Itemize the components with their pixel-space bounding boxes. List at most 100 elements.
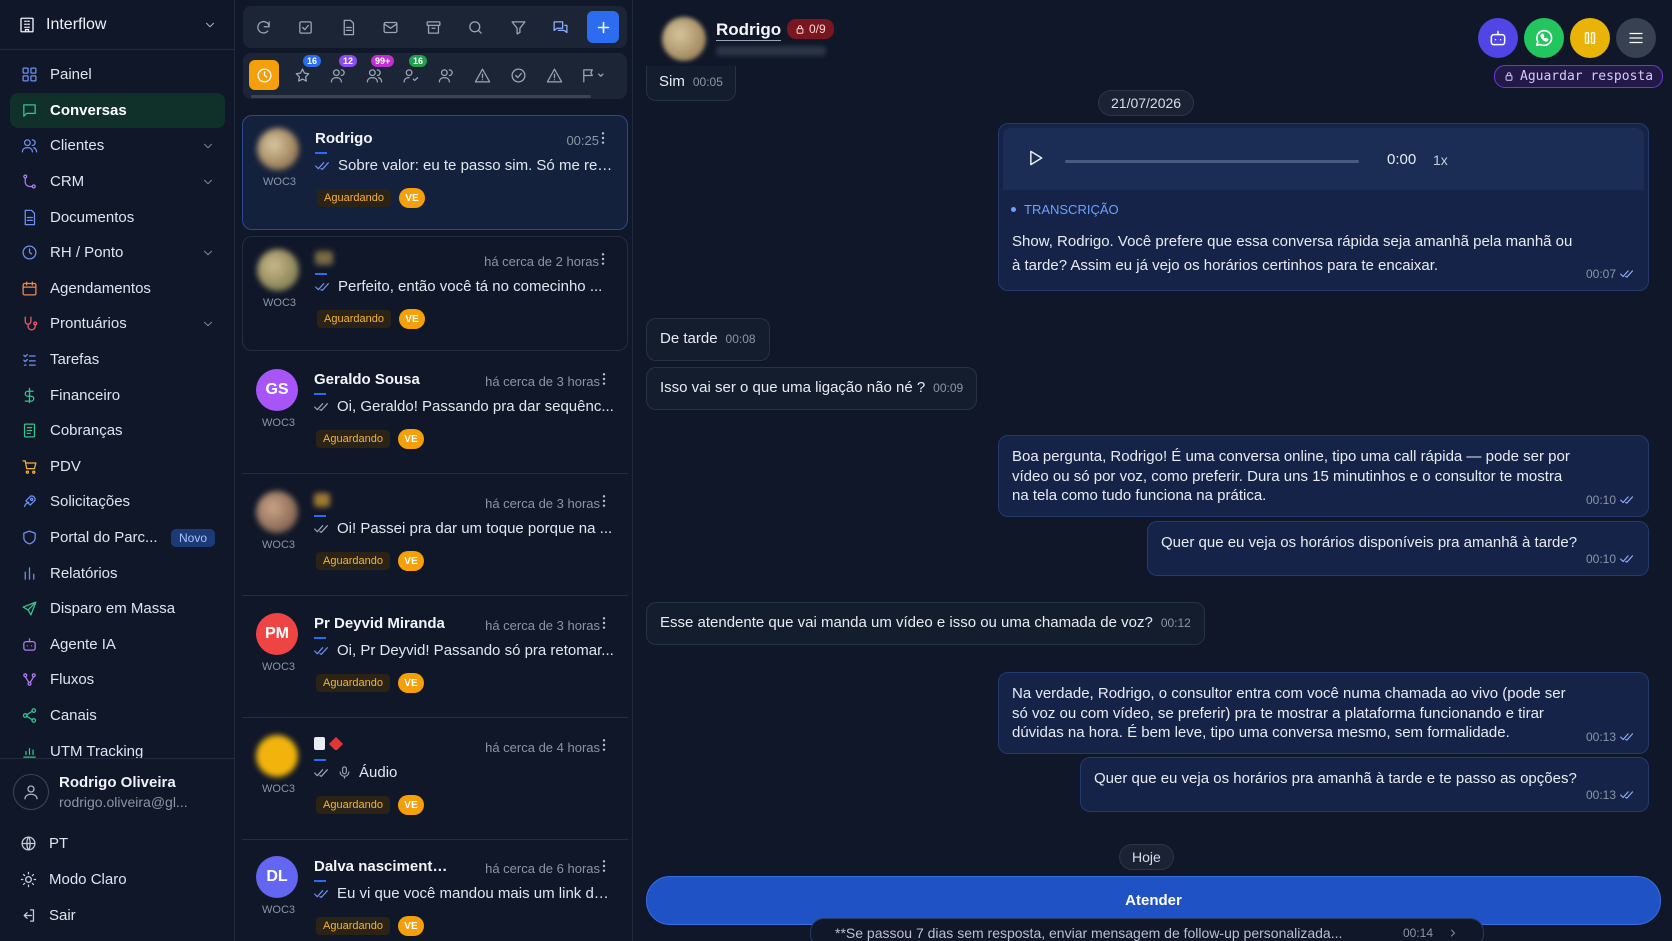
dot-icon	[1011, 207, 1016, 213]
tag-badge: VE	[398, 309, 425, 329]
nav-disparo-massa[interactable]: Disparo em Massa	[10, 591, 225, 627]
play-icon[interactable]	[1025, 148, 1045, 168]
filter-warning-icon[interactable]	[539, 60, 569, 90]
status-row: Aguardando VE	[316, 551, 424, 571]
nav-prontuarios[interactable]: Prontuários	[10, 306, 225, 342]
nav-agendamentos[interactable]: Agendamentos	[10, 271, 225, 307]
more-vertical-icon[interactable]	[595, 130, 611, 146]
filter-alert-icon[interactable]	[467, 60, 497, 90]
more-vertical-icon[interactable]	[596, 615, 612, 631]
document-icon[interactable]	[332, 11, 364, 43]
conversation-item[interactable]: WOC3 há cerca de 2 horas Perfeito, então…	[242, 236, 628, 351]
menu-button[interactable]	[1616, 18, 1656, 58]
nav-label: Documentos	[50, 208, 135, 226]
nav-pdv[interactable]: PDV	[10, 449, 225, 485]
nav-relatorios[interactable]: Relatórios	[10, 555, 225, 591]
tag-badge: VE	[397, 916, 424, 936]
messages-icon[interactable]	[545, 11, 577, 43]
new-conversation-button[interactable]	[587, 11, 619, 43]
nav-cobrancas[interactable]: Cobranças	[10, 413, 225, 449]
nav-conversas[interactable]: Conversas	[10, 92, 225, 129]
conversation-item[interactable]: PM WOC3 Pr Deyvid Miranda há cerca de 3 …	[242, 601, 628, 718]
calendar-icon	[20, 279, 38, 297]
nav-portal-parceiro[interactable]: Portal do Parc... Novo	[10, 520, 225, 556]
status-badge: Aguardando	[316, 917, 390, 935]
contact-avatar[interactable]	[662, 17, 706, 61]
user-menu[interactable]: Rodrigo Oliveira rodrigo.oliveira@gl...	[0, 758, 235, 824]
pause-icon	[1581, 29, 1599, 47]
nav-canais[interactable]: Canais	[10, 698, 225, 734]
status-badge: Aguardando	[316, 674, 390, 692]
nav-label: Canais	[50, 706, 97, 724]
suggestion-text: **Se passou 7 dias sem resposta, enviar …	[835, 925, 1343, 941]
filter-group-icon[interactable]	[431, 60, 461, 90]
playback-speed[interactable]: 1x	[1433, 151, 1448, 171]
cart-icon	[20, 457, 38, 475]
nav-crm[interactable]: CRM	[10, 164, 225, 200]
pause-button[interactable]	[1570, 18, 1610, 58]
whatsapp-button[interactable]	[1524, 18, 1564, 58]
nav-tarefas[interactable]: Tarefas	[10, 342, 225, 378]
language-switcher[interactable]: PT	[20, 835, 68, 852]
message-bubble-in: Esse atendente que vai manda um vídeo e …	[646, 602, 1205, 645]
message-text: Sim	[659, 73, 685, 90]
nav-painel[interactable]: Painel	[10, 57, 225, 93]
ai-agent-button[interactable]	[1478, 18, 1518, 58]
conversation-item[interactable]: GS WOC3 Geraldo Sousa há cerca de 3 hora…	[242, 357, 628, 474]
nav-fluxos[interactable]: Fluxos	[10, 662, 225, 698]
nav-agente-ia[interactable]: Agente IA	[10, 627, 225, 663]
filter-icon[interactable]	[502, 11, 534, 43]
refresh-icon[interactable]	[247, 11, 279, 43]
conversation-item[interactable]: WOC3 há cerca de 3 horas Oi! Passei pra …	[242, 479, 628, 596]
nav-documentos[interactable]: Documentos	[10, 199, 225, 235]
message-text: Boa pergunta, Rodrigo! É uma conversa on…	[1012, 448, 1570, 504]
logout-button[interactable]: Sair	[20, 907, 76, 924]
list-check-icon	[20, 351, 38, 369]
double-check-icon	[314, 401, 330, 413]
await-response-badge[interactable]: Aguardar resposta	[1494, 65, 1664, 88]
stethoscope-icon	[20, 315, 38, 333]
filter-scrollbar[interactable]	[251, 95, 591, 98]
status-row: Aguardando VE	[316, 795, 424, 815]
more-vertical-icon[interactable]	[595, 251, 611, 267]
double-check-icon	[314, 645, 330, 657]
whatsapp-icon	[1533, 27, 1555, 49]
nav-rh-ponto[interactable]: RH / Ponto	[10, 235, 225, 271]
mail-icon[interactable]	[375, 11, 407, 43]
more-vertical-icon[interactable]	[596, 371, 612, 387]
filter-flag-dropdown[interactable]	[573, 60, 613, 90]
status-badge: Aguardando	[316, 796, 390, 814]
workspace-switcher[interactable]: Interflow	[0, 0, 235, 50]
follow-up-suggestion[interactable]: **Se passou 7 dias sem resposta, enviar …	[810, 918, 1484, 941]
audio-progress[interactable]	[1065, 160, 1359, 163]
share-icon	[20, 706, 38, 724]
message-bubble-out-audio: 0:00 1x TRANSCRIÇÃO Show, Rodrigo. Você …	[998, 123, 1649, 291]
more-vertical-icon[interactable]	[596, 493, 612, 509]
more-vertical-icon[interactable]	[596, 858, 612, 874]
nav-solicitacoes[interactable]: Solicitações	[10, 484, 225, 520]
tag-badge: VE	[397, 429, 424, 449]
status-row: Aguardando VE	[317, 188, 425, 208]
message-text: Show, Rodrigo. Você prefere que essa con…	[1012, 233, 1573, 274]
nav-financeiro[interactable]: Financeiro	[10, 377, 225, 413]
search-icon[interactable]	[460, 11, 492, 43]
sidebar-nav: Painel Conversas Clientes CRM Documentos…	[0, 57, 235, 769]
filter-resolved-icon[interactable]	[503, 60, 533, 90]
nav-clientes[interactable]: Clientes	[10, 128, 225, 164]
nav-label: Disparo em Massa	[50, 600, 176, 618]
check-square-icon[interactable]	[290, 11, 322, 43]
filter-recent-clock-icon[interactable]	[249, 60, 279, 90]
dashboard-icon	[20, 66, 38, 84]
contact-name[interactable]: Rodrigo	[716, 20, 782, 41]
message-time: 00:09	[933, 381, 964, 395]
contact-phone-redacted	[716, 46, 826, 56]
conversation-item[interactable]: WOC3 Rodrigo 00:25 Sobre valor: eu te pa…	[242, 115, 628, 230]
conversation-item[interactable]: DL WOC3 Dalva nascimento ... há cerca de…	[242, 844, 628, 941]
more-vertical-icon[interactable]	[596, 737, 612, 753]
conversation-item[interactable]: WOC3 há cerca de 4 horas Áudio Aguardand…	[242, 723, 628, 840]
double-check-icon	[314, 767, 330, 779]
message-time: 00:13	[1585, 787, 1616, 802]
archive-icon[interactable]	[417, 11, 449, 43]
theme-toggle[interactable]: Modo Claro	[20, 871, 127, 888]
name-underline	[314, 515, 326, 517]
